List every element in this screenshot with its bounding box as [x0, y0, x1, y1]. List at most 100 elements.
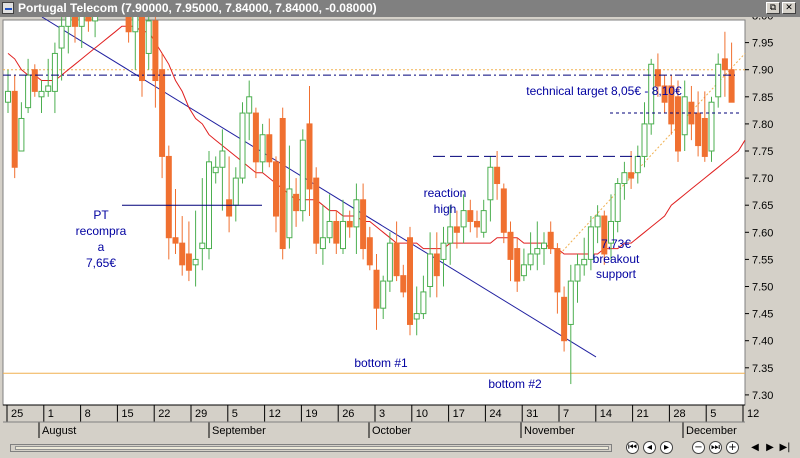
- close-button[interactable]: ✕: [782, 2, 796, 14]
- left-arrow-icon: ◀: [751, 442, 759, 453]
- candle-up: [246, 96, 253, 114]
- x-tick-label: 24: [489, 408, 501, 420]
- recompra-price-label: 7,65€: [86, 256, 116, 270]
- candle-up: [520, 264, 527, 277]
- candle-up: [199, 242, 206, 250]
- end-scroll-button[interactable]: ▶|: [778, 441, 792, 455]
- x-tick-label: 10: [416, 408, 428, 420]
- y-tick-label: 7.45: [752, 309, 773, 321]
- reaction-label: reaction: [424, 186, 467, 200]
- y-tick-label: 7.70: [752, 173, 773, 185]
- candle-down: [500, 188, 507, 233]
- candle-up: [480, 210, 487, 233]
- zoom-out-button[interactable]: −: [692, 441, 705, 454]
- zoom-in-button[interactable]: +: [726, 441, 739, 454]
- candle-down: [313, 177, 320, 244]
- candle-up: [353, 199, 360, 228]
- x-tick-label: 12: [269, 408, 281, 420]
- candle-down: [366, 237, 373, 266]
- candle-up: [65, 0, 72, 27]
- prev-button[interactable]: ◂: [643, 441, 656, 454]
- candle-down: [360, 199, 367, 250]
- play-icon: ▸: [663, 442, 670, 453]
- x-tick-label: 21: [637, 408, 649, 420]
- candle-up: [38, 90, 45, 98]
- candle-down: [675, 96, 681, 152]
- y-tick-label: 7.90: [752, 65, 773, 77]
- chart-area[interactable]: 8.208.158.108.058.007.957.907.857.807.75…: [0, 0, 800, 458]
- month-label: December: [686, 425, 737, 437]
- candle-down: [400, 275, 407, 293]
- candle-up: [239, 112, 246, 179]
- candle-up: [427, 253, 434, 287]
- price-chart[interactable]: 8.208.158.108.058.007.957.907.857.807.75…: [0, 0, 800, 438]
- x-tick-label: 3: [379, 408, 385, 420]
- y-tick-label: 8.00: [752, 17, 773, 23]
- y-tick-label: 7.35: [752, 363, 773, 375]
- candle-up: [92, 9, 99, 22]
- candle-up: [319, 237, 326, 250]
- candle-down: [393, 242, 400, 277]
- candle-up: [681, 96, 688, 136]
- y-tick-label: 7.80: [752, 119, 773, 131]
- candle-up: [420, 291, 427, 315]
- target-label: technical target 8,05€ - 8,10€: [526, 84, 682, 98]
- candle-down: [72, 0, 78, 27]
- candle-down: [11, 90, 18, 168]
- recompra-label: recompra: [76, 224, 127, 238]
- candle-down: [266, 134, 273, 163]
- candle-up: [386, 242, 393, 282]
- pt-label: PT: [93, 208, 109, 222]
- candle-up: [212, 166, 219, 174]
- candle-up: [534, 248, 541, 255]
- x-tick-label: 5: [710, 408, 716, 420]
- x-tick-label: 12: [747, 408, 759, 420]
- scroll-left-button[interactable]: ◀: [748, 441, 762, 455]
- candle-up: [440, 242, 447, 260]
- x-tick-label: 22: [158, 408, 170, 420]
- candle-up: [614, 183, 621, 222]
- x-tick-label: 15: [121, 408, 133, 420]
- candle-up: [145, 20, 152, 54]
- candle-down: [279, 117, 286, 250]
- candle-down: [407, 237, 413, 325]
- candle-down: [273, 161, 279, 217]
- candle-up: [18, 117, 25, 152]
- candle-up: [447, 226, 454, 244]
- plot-background: [2, 19, 746, 406]
- candle-up: [413, 313, 420, 320]
- candle-down: [453, 226, 460, 233]
- candle-up: [594, 215, 601, 228]
- candle-down: [139, 15, 145, 82]
- first-button[interactable]: ⏮: [626, 441, 639, 454]
- x-tick-label: 31: [526, 408, 538, 420]
- y-tick-label: 7.65: [752, 200, 773, 212]
- month-label: September: [212, 425, 266, 437]
- scroll-right-button[interactable]: ▶: [763, 441, 777, 455]
- candle-down: [467, 210, 474, 222]
- candle-up: [581, 258, 588, 266]
- restore-button[interactable]: ⧉: [766, 2, 780, 14]
- candle-up: [574, 264, 581, 282]
- candle-down: [721, 58, 728, 71]
- candle-up: [25, 74, 32, 109]
- candle-down: [31, 69, 38, 92]
- candle-up: [45, 85, 52, 92]
- high-label: high: [434, 202, 457, 216]
- app-icon: [2, 2, 14, 14]
- horizontal-scrollbar[interactable]: [10, 444, 612, 452]
- candle-down: [185, 253, 192, 271]
- candle-down: [172, 237, 179, 244]
- end-button[interactable]: ⏭: [709, 441, 722, 454]
- bottom1-label: bottom #1: [354, 356, 408, 370]
- x-tick-label: 7: [563, 408, 569, 420]
- x-tick-label: 29: [195, 408, 207, 420]
- candle-down: [695, 112, 702, 147]
- scroll-thumb[interactable]: [15, 446, 609, 450]
- a-label: a: [98, 240, 105, 254]
- support-label: support: [596, 267, 637, 281]
- play-button[interactable]: ▸: [660, 441, 673, 454]
- candle-up: [5, 90, 11, 103]
- zoom-in-icon: +: [728, 442, 737, 453]
- candle-up: [192, 258, 199, 266]
